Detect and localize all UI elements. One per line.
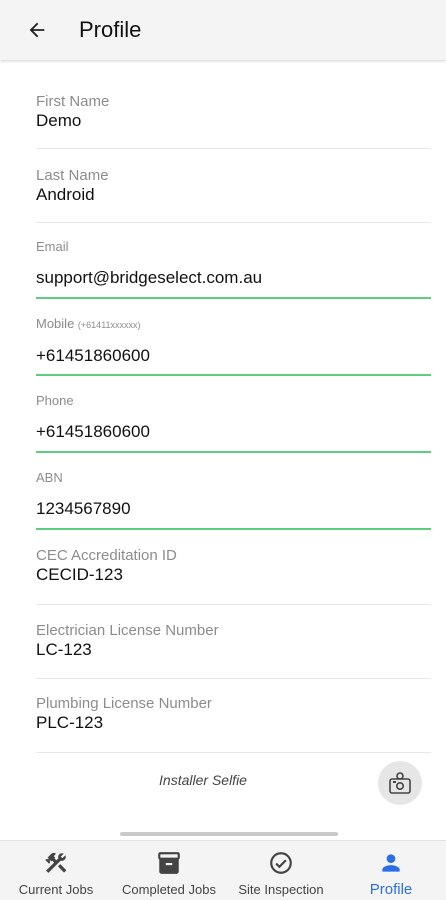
profile-form: First Name Demo Last Name Android Email … (0, 60, 446, 840)
email-field[interactable]: Email support@bridgeselect.com.au (36, 238, 431, 288)
mobile-underline (36, 374, 431, 376)
abn-input[interactable]: 1234567890 (36, 499, 431, 519)
bottom-navigation: Current Jobs Completed Jobs Site Inspect… (0, 840, 446, 900)
abn-label: ABN (36, 470, 63, 485)
nav-current-jobs-label: Current Jobs (18, 882, 94, 897)
installer-selfie-button[interactable] (378, 761, 422, 805)
cec-label: CEC Accreditation ID (36, 547, 177, 564)
nav-site-inspection-label: Site Inspection (238, 882, 324, 897)
nav-completed-jobs[interactable]: Completed Jobs (112, 841, 226, 900)
electrician-license-label: Electrician License Number (36, 622, 219, 639)
mobile-field[interactable]: Mobile (+61411xxxxxx) +61451860600 (36, 315, 431, 366)
camera-person-icon (389, 772, 411, 794)
nav-current-jobs[interactable]: Current Jobs (0, 841, 112, 900)
mobile-format-hint: (+61411xxxxxx) (77, 320, 141, 330)
nav-site-inspection[interactable]: Site Inspection (226, 841, 336, 900)
divider (36, 604, 431, 605)
last-name-field: Last Name Android (36, 167, 431, 205)
person-icon (382, 854, 400, 872)
divider (36, 678, 431, 679)
mobile-label-text: Mobile (36, 316, 75, 331)
first-name-value: Demo (36, 111, 82, 130)
last-name-label: Last Name (36, 167, 109, 184)
email-underline (36, 297, 431, 299)
scroll-indicator (120, 832, 338, 836)
abn-field[interactable]: ABN 1234567890 (36, 469, 431, 519)
phone-label: Phone (36, 393, 74, 408)
nav-profile[interactable]: Profile (336, 841, 446, 900)
divider (36, 222, 431, 223)
last-name-value: Android (36, 185, 95, 204)
abn-underline (36, 528, 431, 530)
nav-completed-jobs-label: Completed Jobs (122, 882, 216, 897)
back-button[interactable] (22, 15, 52, 45)
divider (36, 148, 431, 149)
phone-input[interactable]: +61451860600 (36, 422, 431, 442)
cec-value: CECID-123 (36, 565, 123, 584)
cec-field: CEC Accreditation ID CECID-123 (36, 547, 431, 585)
plumbing-license-value: PLC-123 (36, 713, 104, 732)
nav-profile-label: Profile (369, 881, 413, 898)
plumbing-license-label: Plumbing License Number (36, 695, 212, 712)
email-input[interactable]: support@bridgeselect.com.au (36, 268, 431, 288)
check-circle-icon (270, 852, 292, 874)
archive-box-icon (158, 852, 180, 874)
electrician-license-value: LC-123 (36, 640, 92, 659)
plumbing-license-field: Plumbing License Number PLC-123 (36, 695, 431, 733)
mobile-input[interactable]: +61451860600 (36, 346, 431, 366)
first-name-field: First Name Demo (36, 93, 431, 131)
phone-underline (36, 451, 431, 453)
mobile-label: Mobile (+61411xxxxxx) (36, 315, 431, 334)
installer-selfie-label: Installer Selfie (159, 772, 247, 788)
arrow-left-icon (29, 22, 45, 38)
page-title: Profile (79, 17, 142, 42)
electrician-license-field: Electrician License Number LC-123 (36, 622, 431, 660)
email-label: Email (36, 239, 69, 254)
phone-field[interactable]: Phone +61451860600 (36, 392, 431, 442)
tools-icon (45, 852, 67, 873)
installer-selfie-row: Installer Selfie (0, 752, 446, 814)
first-name-label: First Name (36, 93, 110, 110)
app-bar: Profile (0, 0, 446, 60)
